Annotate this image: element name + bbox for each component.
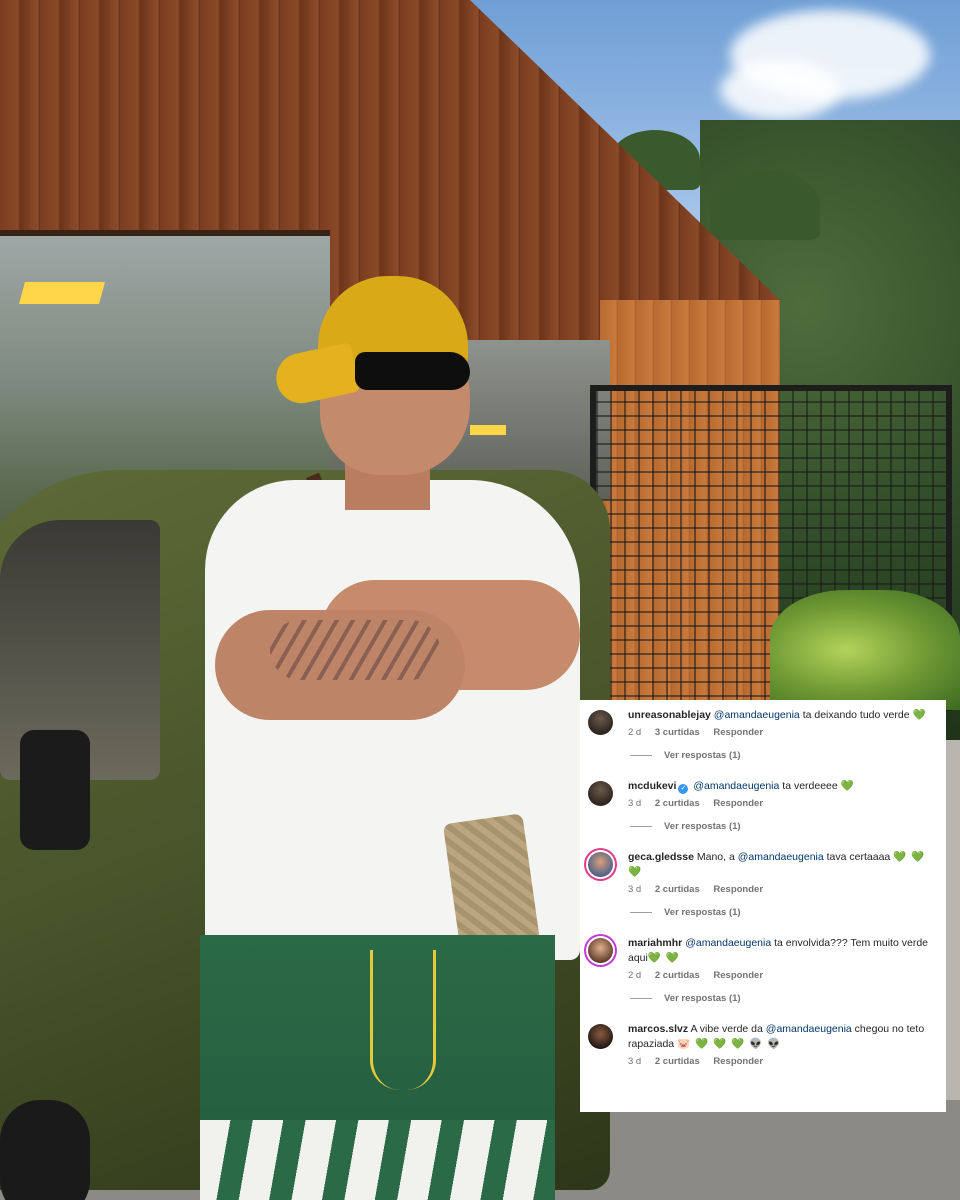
- comment-meta: 3 d 2 curtidas Responder: [628, 798, 940, 810]
- comment-meta: 2 d 3 curtidas Responder: [628, 727, 940, 739]
- likes-count[interactable]: 2 curtidas: [655, 798, 700, 809]
- view-replies-button[interactable]: Ver respostas (1): [628, 750, 940, 762]
- likes-count[interactable]: 2 curtidas: [655, 1056, 700, 1067]
- plants: [770, 590, 960, 710]
- user-avatar[interactable]: [588, 781, 613, 806]
- reply-button[interactable]: Responder: [713, 884, 763, 895]
- green-heart-icon: 💚 💚: [647, 952, 680, 964]
- vehicle-mirror: [20, 730, 90, 850]
- comment-item: unreasonablejay @amandaeugenia ta deixan…: [580, 708, 946, 762]
- comment-item: marcos.slvz A vibe verde da @amandaeugen…: [580, 1022, 946, 1068]
- view-replies-label: Ver respostas (1): [664, 993, 741, 1004]
- username-link[interactable]: unreasonablejay: [628, 709, 711, 721]
- user-avatar[interactable]: [588, 852, 613, 877]
- replies-divider: [630, 825, 652, 827]
- comment-text: marcos.slvz A vibe verde da @amandaeugen…: [628, 1022, 940, 1052]
- username-link[interactable]: mariahmhr: [628, 937, 682, 949]
- comment-item: mcdukevi ✓ @amandaeugenia ta verdeeee 💚 3…: [580, 779, 946, 833]
- green-heart-icon: 💚: [840, 780, 855, 792]
- comment-meta: 2 d 2 curtidas Responder: [628, 970, 940, 982]
- replies-divider: [630, 754, 652, 756]
- comment-prefix: Mano, a: [696, 851, 738, 863]
- reply-button[interactable]: Responder: [713, 798, 763, 809]
- likes-count[interactable]: 2 curtidas: [655, 884, 700, 895]
- comment-time: 3 d: [628, 798, 642, 809]
- comment-time: 3 d: [628, 1056, 642, 1067]
- comment-time: 2 d: [628, 970, 642, 981]
- mention-link[interactable]: @amandaeugenia: [693, 780, 779, 792]
- comment-body: tava certaaaa: [823, 851, 891, 863]
- reply-button[interactable]: Responder: [713, 970, 763, 981]
- user-avatar[interactable]: [588, 938, 613, 963]
- mention-link[interactable]: @amandaeugenia: [738, 851, 824, 863]
- reply-button[interactable]: Responder: [713, 1056, 763, 1067]
- comment-text: geca.gledsse Mano, a @amandaeugenia tava…: [628, 850, 940, 880]
- comment-body: ta verdeeee: [779, 780, 838, 792]
- comment-text: unreasonablejay @amandaeugenia ta deixan…: [628, 708, 940, 723]
- mention-link[interactable]: @amandaeugenia: [766, 1023, 852, 1035]
- reply-button[interactable]: Responder: [713, 727, 763, 738]
- mention-link[interactable]: @amandaeugenia: [685, 937, 771, 949]
- comments-panel: unreasonablejay @amandaeugenia ta deixan…: [580, 700, 946, 1112]
- view-replies-button[interactable]: Ver respostas (1): [628, 821, 940, 833]
- view-replies-button[interactable]: Ver respostas (1): [628, 907, 940, 919]
- replies-divider: [630, 997, 652, 999]
- comment-prefix: A vibe verde da: [690, 1023, 766, 1035]
- ceiling-light: [470, 425, 506, 435]
- view-replies-label: Ver respostas (1): [664, 907, 741, 918]
- view-replies-label: Ver respostas (1): [664, 821, 741, 832]
- comment-text: mariahmhr @amandaeugenia ta envolvida???…: [628, 936, 940, 966]
- comment-meta: 3 d 2 curtidas Responder: [628, 884, 940, 896]
- shorts-drawstring: [370, 950, 436, 1090]
- username-link[interactable]: marcos.slvz: [628, 1023, 688, 1035]
- ceiling-light: [19, 282, 105, 304]
- view-replies-button[interactable]: Ver respostas (1): [628, 993, 940, 1005]
- username-link[interactable]: mcdukevi: [628, 780, 676, 792]
- sunglasses: [355, 352, 470, 390]
- comment-meta: 3 d 2 curtidas Responder: [628, 1056, 940, 1068]
- mention-link[interactable]: @amandaeugenia: [714, 709, 800, 721]
- green-heart-icon: 💚: [912, 709, 927, 721]
- comment-item: geca.gledsse Mano, a @amandaeugenia tava…: [580, 850, 946, 919]
- shorts-pattern: [200, 1120, 555, 1200]
- comment-text: mcdukevi ✓ @amandaeugenia ta verdeeee 💚: [628, 779, 940, 794]
- user-avatar[interactable]: [588, 1024, 613, 1049]
- likes-count[interactable]: 2 curtidas: [655, 970, 700, 981]
- comment-time: 2 d: [628, 727, 642, 738]
- user-avatar[interactable]: [588, 710, 613, 735]
- vehicle-wheel: [0, 1100, 90, 1200]
- emoji-icons: 🐷 💚 💚 💚 👽 👽: [677, 1038, 782, 1050]
- comment-time: 3 d: [628, 884, 642, 895]
- palm-tree: [710, 170, 820, 240]
- arm-tattoo: [270, 620, 440, 680]
- likes-count[interactable]: 3 curtidas: [655, 727, 700, 738]
- comment-item: mariahmhr @amandaeugenia ta envolvida???…: [580, 936, 946, 1005]
- verified-badge-icon: ✓: [678, 784, 689, 794]
- comment-body: ta deixando tudo verde: [799, 709, 910, 721]
- replies-divider: [630, 911, 652, 913]
- view-replies-label: Ver respostas (1): [664, 750, 741, 761]
- username-link[interactable]: geca.gledsse: [628, 851, 694, 863]
